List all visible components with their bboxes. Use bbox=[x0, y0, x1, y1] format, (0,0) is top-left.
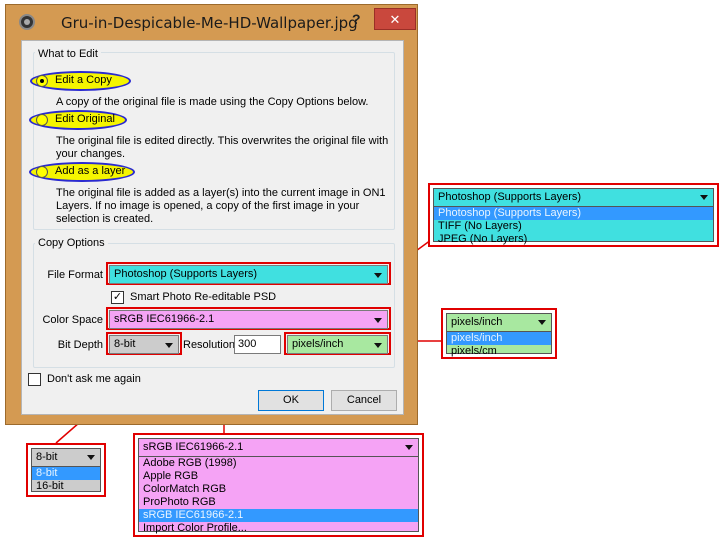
bit-depth-option[interactable]: 8-bit bbox=[32, 467, 100, 480]
file-format-dropdown-list: Photoshop (Supports Layers) Photoshop (S… bbox=[433, 188, 714, 245]
color-space-option[interactable]: Apple RGB bbox=[139, 470, 418, 483]
file-format-dropdown-callout: Photoshop (Supports Layers) Photoshop (S… bbox=[428, 183, 719, 247]
bit-depth-select[interactable]: 8-bit bbox=[109, 335, 179, 354]
help-button[interactable]: ? bbox=[352, 11, 361, 27]
dialog-window: Gru-in-Despicable-Me-HD-Wallpaper.jpg ? … bbox=[5, 4, 418, 425]
color-space-option[interactable]: Adobe RGB (1998) bbox=[139, 457, 418, 470]
bit-depth-value: 8-bit bbox=[114, 338, 136, 350]
color-space-dropdown-list: sRGB IEC61966-2.1 Adobe RGB (1998) Apple… bbox=[138, 438, 419, 535]
smart-photo-label[interactable]: Smart Photo Re-editable PSD bbox=[130, 291, 276, 303]
resolution-unit-value: pixels/inch bbox=[292, 338, 344, 350]
ok-button[interactable]: OK bbox=[258, 390, 324, 411]
file-format-value: Photoshop (Supports Layers) bbox=[114, 268, 258, 280]
bit-depth-dropdown-selected: 8-bit bbox=[36, 451, 58, 463]
smart-photo-checkbox[interactable]: ✓ bbox=[111, 291, 124, 304]
chevron-down-icon bbox=[405, 445, 413, 450]
resolution-unit-dropdown-selected: pixels/inch bbox=[451, 316, 503, 328]
color-space-option[interactable]: sRGB IEC61966-2.1 bbox=[139, 509, 418, 522]
dont-ask-label[interactable]: Don't ask me again bbox=[47, 373, 141, 385]
app-icon bbox=[19, 14, 35, 30]
edit-original-label[interactable]: Edit Original bbox=[55, 113, 115, 125]
bit-depth-dropdown-list: 8-bit 8-bit 16-bit bbox=[31, 448, 101, 492]
edit-copy-radio[interactable] bbox=[36, 75, 48, 87]
chevron-down-icon bbox=[538, 320, 546, 325]
file-format-dropdown-head[interactable]: Photoshop (Supports Layers) bbox=[434, 189, 713, 207]
chevron-down-icon bbox=[374, 273, 382, 278]
edit-copy-label[interactable]: Edit a Copy bbox=[55, 74, 112, 86]
color-space-select[interactable]: sRGB IEC61966-2.1 bbox=[109, 310, 388, 329]
add-layer-description: The original file is added as a layer(s)… bbox=[56, 187, 386, 225]
add-layer-radio[interactable] bbox=[36, 166, 48, 178]
dont-ask-checkbox[interactable] bbox=[28, 373, 41, 386]
color-space-option[interactable]: Import Color Profile... bbox=[139, 522, 418, 535]
resolution-unit-dropdown-callout: pixels/inch pixels/inch pixels/cm bbox=[441, 308, 557, 359]
edit-copy-description: A copy of the original file is made usin… bbox=[56, 96, 369, 108]
edit-original-description: The original file is edited directly. Th… bbox=[56, 135, 389, 160]
bit-depth-option[interactable]: 16-bit bbox=[32, 480, 100, 493]
color-space-option[interactable]: ProPhoto RGB bbox=[139, 496, 418, 509]
resolution-unit-option[interactable]: pixels/cm bbox=[447, 345, 551, 358]
bit-depth-dropdown-head[interactable]: 8-bit bbox=[32, 449, 100, 467]
edit-original-radio[interactable] bbox=[36, 114, 48, 126]
resolution-unit-option[interactable]: pixels/inch bbox=[447, 332, 551, 345]
resolution-label: Resolution bbox=[183, 339, 235, 351]
close-button[interactable]: ✕ bbox=[374, 8, 416, 30]
resolution-unit-select[interactable]: pixels/inch bbox=[287, 335, 388, 354]
chevron-down-icon bbox=[165, 343, 173, 348]
resolution-input[interactable]: 300 bbox=[234, 335, 281, 354]
file-format-option[interactable]: Photoshop (Supports Layers) bbox=[434, 207, 713, 220]
color-space-value: sRGB IEC61966-2.1 bbox=[114, 313, 215, 325]
add-layer-label[interactable]: Add as a layer bbox=[55, 165, 125, 177]
chevron-down-icon bbox=[374, 343, 382, 348]
bit-depth-dropdown-callout: 8-bit 8-bit 16-bit bbox=[26, 443, 106, 497]
file-format-label: File Format bbox=[47, 269, 103, 281]
color-space-option[interactable]: ColorMatch RGB bbox=[139, 483, 418, 496]
chevron-down-icon bbox=[87, 455, 95, 460]
what-to-edit-title: What to Edit bbox=[35, 48, 101, 60]
bit-depth-label: Bit Depth bbox=[57, 339, 103, 351]
color-space-dropdown-callout: sRGB IEC61966-2.1 Adobe RGB (1998) Apple… bbox=[133, 433, 424, 537]
chevron-down-icon bbox=[374, 318, 382, 323]
file-format-option[interactable]: TIFF (No Layers) bbox=[434, 220, 713, 233]
file-format-dropdown-selected: Photoshop (Supports Layers) bbox=[438, 191, 582, 203]
color-space-dropdown-selected: sRGB IEC61966-2.1 bbox=[143, 441, 244, 453]
chevron-down-icon bbox=[700, 195, 708, 200]
file-format-option[interactable]: JPEG (No Layers) bbox=[434, 233, 713, 246]
resolution-unit-dropdown-list: pixels/inch pixels/inch pixels/cm bbox=[446, 313, 552, 357]
title-bar: Gru-in-Despicable-Me-HD-Wallpaper.jpg ? … bbox=[6, 5, 417, 41]
window-title: Gru-in-Despicable-Me-HD-Wallpaper.jpg bbox=[61, 14, 358, 32]
color-space-dropdown-head[interactable]: sRGB IEC61966-2.1 bbox=[139, 439, 418, 457]
resolution-unit-dropdown-head[interactable]: pixels/inch bbox=[447, 314, 551, 332]
cancel-button[interactable]: Cancel bbox=[331, 390, 397, 411]
dialog-client-area: What to Edit Edit a Copy A copy of the o… bbox=[21, 40, 404, 415]
file-format-select[interactable]: Photoshop (Supports Layers) bbox=[109, 265, 388, 284]
color-space-label: Color Space bbox=[42, 314, 103, 326]
copy-options-title: Copy Options bbox=[35, 237, 108, 249]
